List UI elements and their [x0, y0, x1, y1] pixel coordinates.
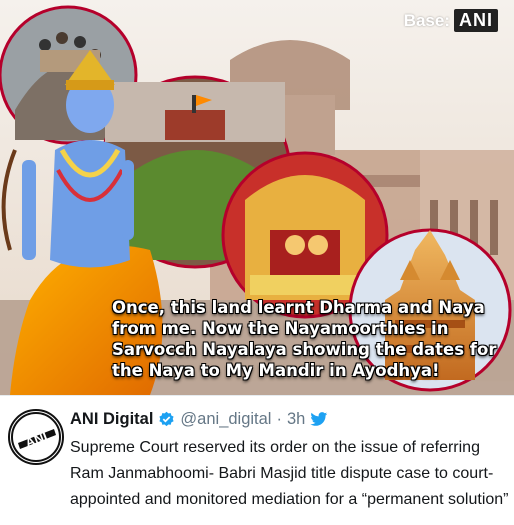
embedded-tweet[interactable]: ANI ANI Digital @ani_digital · 3h Suprem…: [0, 395, 514, 525]
tweet-text: Supreme Court reserved its order on the …: [70, 439, 509, 508]
header-separator: ·: [276, 410, 282, 428]
ani-avatar-icon: ANI: [11, 412, 61, 462]
verified-badge-icon: [159, 411, 175, 427]
ani-logo: ANI: [454, 9, 498, 32]
avatar[interactable]: ANI: [8, 409, 64, 465]
twitter-bird-icon: [310, 412, 328, 426]
tweet-header: ANI Digital @ani_digital · 3h: [70, 410, 328, 429]
display-name[interactable]: ANI Digital: [70, 410, 153, 429]
user-handle[interactable]: @ani_digital: [180, 410, 271, 429]
tweet-image[interactable]: Base: ANI Once, this land learnt Dharma …: [0, 0, 514, 395]
image-caption: Once, this land learnt Dharma and Naya f…: [112, 298, 497, 380]
tweet-timestamp[interactable]: 3h: [287, 410, 305, 429]
watermark-prefix: Base:: [403, 10, 450, 30]
source-watermark: Base: ANI: [404, 9, 498, 32]
